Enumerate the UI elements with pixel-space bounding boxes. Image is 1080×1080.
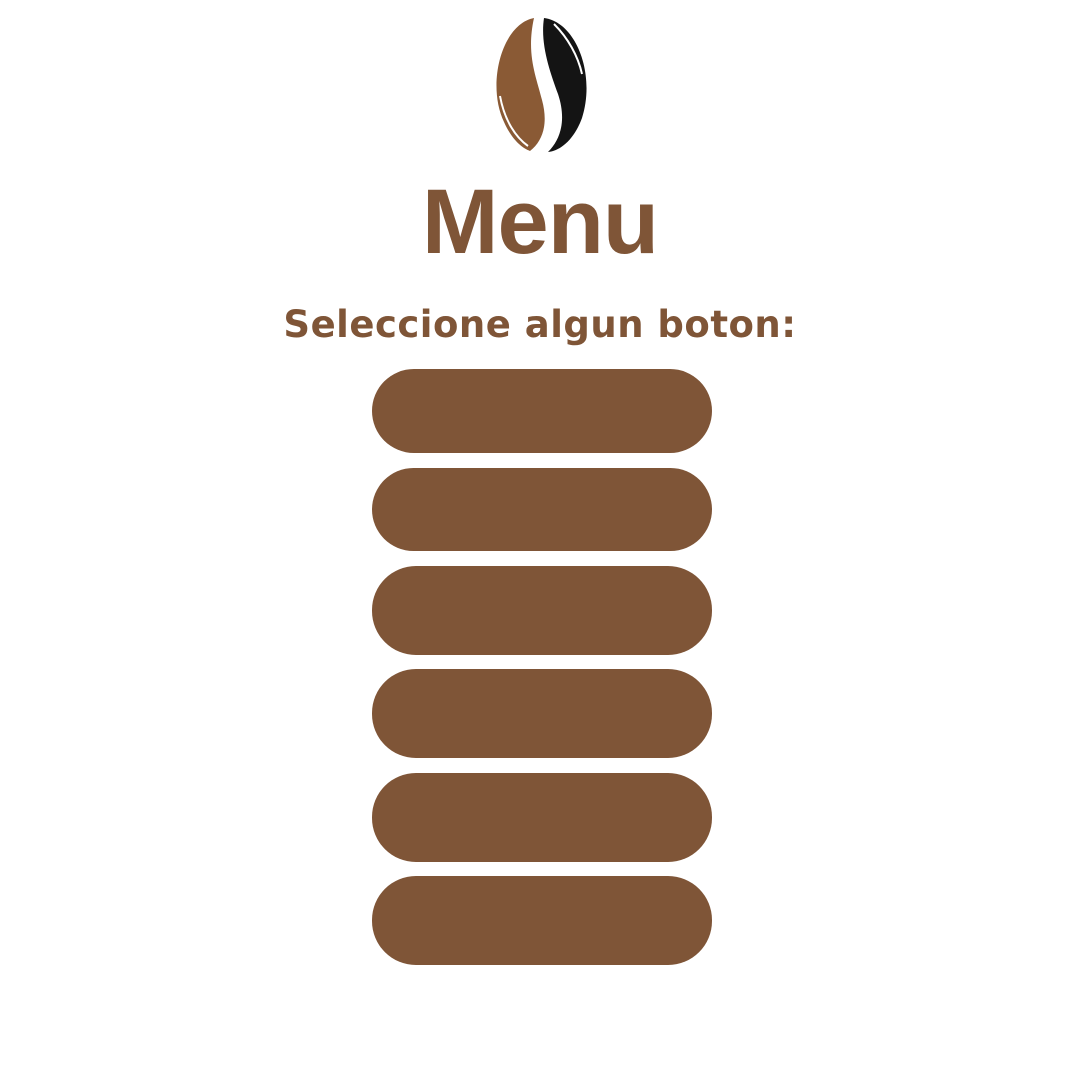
menu-page: Menu Seleccione algun boton:	[0, 0, 1080, 1080]
menu-button-1[interactable]	[372, 369, 712, 453]
menu-button-5[interactable]	[372, 773, 712, 862]
coffee-bean-left-half	[496, 18, 545, 151]
page-subtitle: Seleccione algun boton:	[283, 303, 797, 346]
menu-button-4[interactable]	[372, 669, 712, 758]
page-title: Menu	[421, 171, 659, 273]
menu-button-3[interactable]	[372, 566, 712, 655]
menu-button-2[interactable]	[372, 468, 712, 551]
menu-button-6[interactable]	[372, 876, 712, 965]
coffee-bean-icon	[496, 18, 587, 152]
